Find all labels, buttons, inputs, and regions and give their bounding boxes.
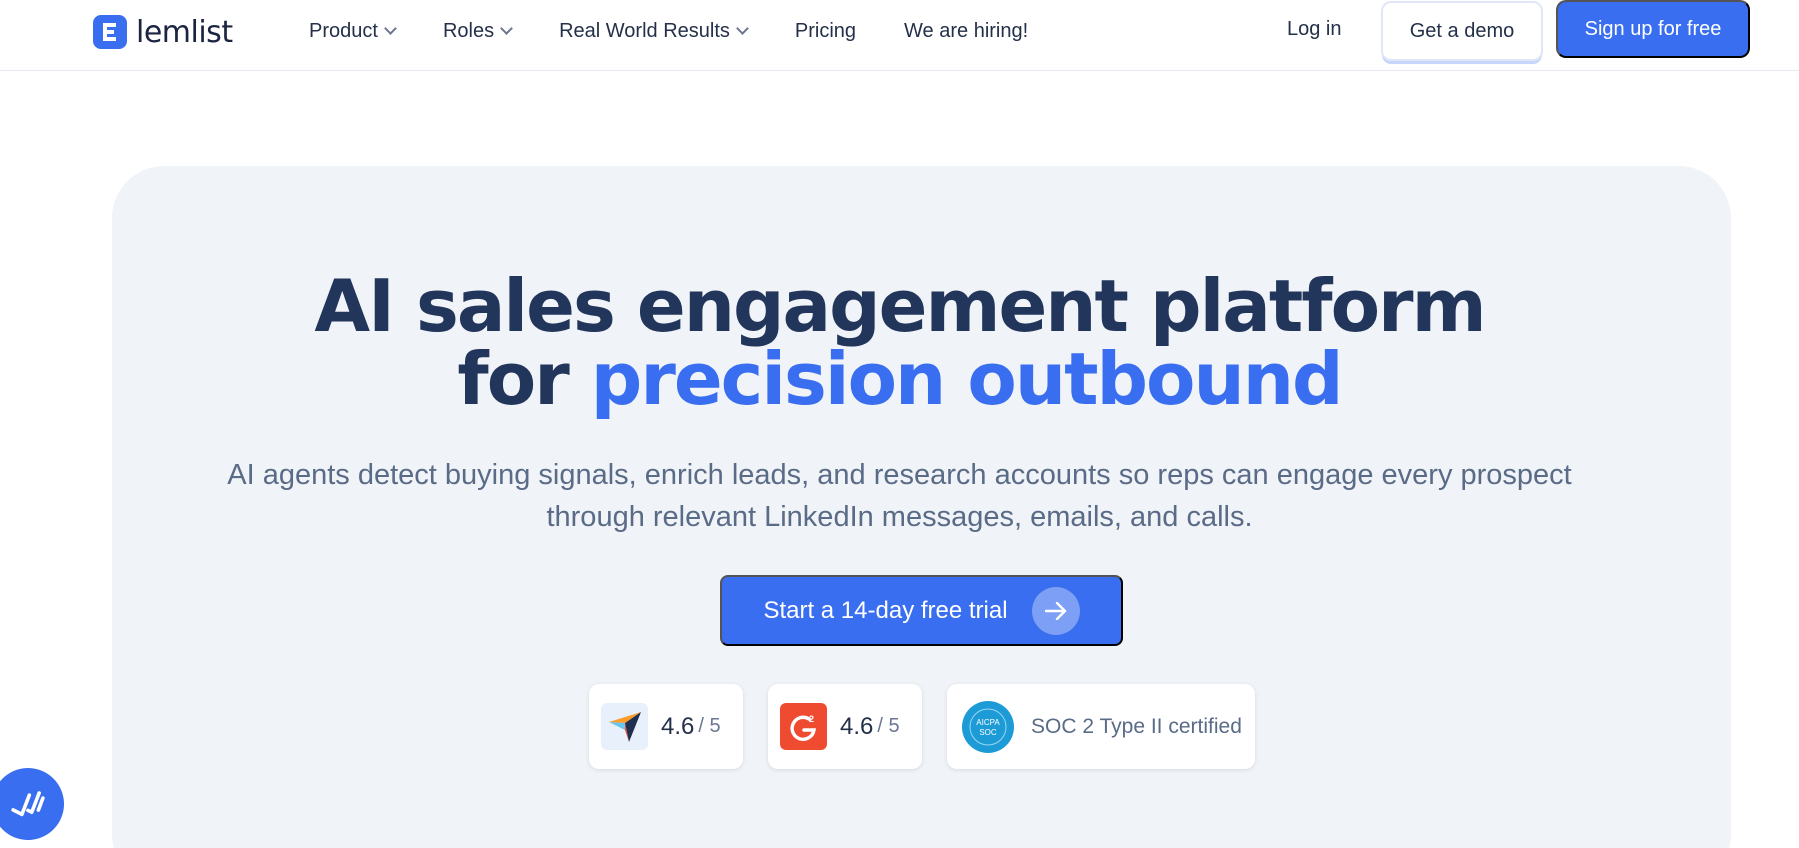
login-link[interactable]: Log in bbox=[1287, 18, 1342, 41]
top-navigation: lemlist Product Roles Real World Results… bbox=[0, 0, 1799, 71]
menu-item-product[interactable]: Product bbox=[309, 19, 397, 43]
chevron-down-icon bbox=[736, 21, 749, 35]
signup-button[interactable]: Sign up for free bbox=[1556, 0, 1750, 58]
headline-accent: precision outbound bbox=[590, 337, 1344, 421]
free-trial-label: Start a 14-day free trial bbox=[763, 596, 1008, 624]
capterra-out-of: / 5 bbox=[698, 715, 721, 737]
g2-rating-badge[interactable]: 2 4.6 / 5 bbox=[768, 684, 922, 769]
menu-item-label: Product bbox=[309, 19, 378, 42]
subtitle-line-1: AI agents detect buying signals, enrich … bbox=[227, 459, 1572, 491]
svg-text:2: 2 bbox=[809, 714, 814, 724]
soc2-label: SOC 2 Type II certified bbox=[1031, 714, 1242, 738]
double-check-icon bbox=[11, 791, 45, 817]
soc2-badge[interactable]: AICPA SOC SOC 2 Type II certified bbox=[947, 684, 1255, 769]
chevron-down-icon bbox=[500, 21, 513, 35]
capterra-icon bbox=[601, 703, 648, 750]
menu-item-label: Real World Results bbox=[559, 19, 730, 42]
svg-text:AICPA: AICPA bbox=[976, 718, 1000, 727]
menu-item-pricing[interactable]: Pricing bbox=[795, 20, 856, 43]
capterra-score: 4.6 bbox=[661, 712, 695, 740]
hero-subtitle: AI agents detect buying signals, enrich … bbox=[0, 454, 1799, 538]
get-demo-button[interactable]: Get a demo bbox=[1381, 1, 1543, 61]
lemlist-logo[interactable]: lemlist bbox=[93, 14, 233, 50]
arrow-right-icon bbox=[1031, 586, 1080, 635]
svg-text:SOC: SOC bbox=[979, 728, 997, 737]
chevron-down-icon bbox=[384, 21, 397, 35]
menu-item-roles[interactable]: Roles bbox=[442, 19, 513, 43]
headline-prefix: for bbox=[457, 337, 569, 421]
capterra-rating-badge[interactable]: 4.6 / 5 bbox=[589, 684, 743, 769]
menu-item-label: Pricing bbox=[794, 19, 857, 42]
headline-line-1: AI sales engagement platform bbox=[314, 264, 1486, 348]
main-menu: Product Roles Real World Results Pricing… bbox=[309, 18, 1076, 44]
g2-out-of: / 5 bbox=[877, 715, 900, 737]
lemlist-logo-icon bbox=[93, 15, 127, 49]
logo-text: lemlist bbox=[136, 14, 233, 50]
hero-headline: AI sales engagement platform for precisi… bbox=[0, 270, 1799, 416]
menu-item-hiring[interactable]: We are hiring! bbox=[904, 20, 1028, 43]
chat-launcher-button[interactable] bbox=[0, 758, 74, 848]
g2-score: 4.6 bbox=[840, 712, 874, 740]
menu-item-label: Roles bbox=[442, 19, 495, 42]
g2-icon: 2 bbox=[780, 703, 827, 750]
menu-item-label: We are hiring! bbox=[904, 19, 1029, 42]
free-trial-button[interactable]: Start a 14-day free trial bbox=[720, 575, 1123, 646]
subtitle-line-2: through relevant LinkedIn messages, emai… bbox=[546, 501, 1253, 533]
menu-item-real-world-results[interactable]: Real World Results bbox=[559, 19, 749, 43]
aicpa-soc-icon: AICPA SOC bbox=[962, 700, 1014, 753]
